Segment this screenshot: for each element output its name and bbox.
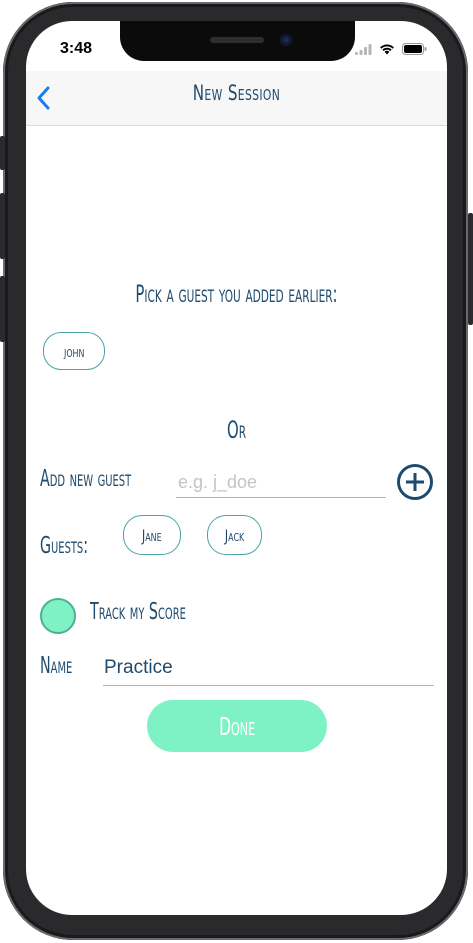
add-guest-button[interactable] [397, 464, 433, 500]
pick-guest-heading: Pick a guest you added earlier: [135, 280, 338, 308]
volume-up-button [0, 193, 5, 259]
back-button[interactable] [34, 85, 54, 111]
session-name-input[interactable] [103, 651, 434, 686]
done-button[interactable]: Done [147, 700, 327, 752]
power-button [468, 213, 473, 325]
mute-switch [0, 136, 5, 170]
done-label: Done [218, 711, 256, 741]
front-camera [280, 34, 292, 46]
name-label: Name [40, 653, 73, 679]
guest-chip[interactable]: Jack [207, 515, 262, 555]
guest-chip-name: Jane [142, 525, 162, 545]
battery-icon [402, 43, 427, 55]
or-divider-label: Or [226, 416, 247, 444]
phone-screen: 3:48 New Session Pick a guest you added … [26, 21, 447, 915]
notch [120, 21, 355, 61]
status-time: 3:48 [60, 40, 93, 57]
status-icons [355, 43, 427, 55]
volume-down-button [0, 276, 5, 342]
signal-icon [355, 43, 372, 55]
navigation-bar: New Session [26, 71, 447, 126]
guest-chip-name: Jack [224, 525, 245, 545]
speaker-grille [210, 37, 264, 43]
guest-name-input[interactable] [176, 467, 386, 498]
track-score-label: Track my Score [90, 599, 186, 625]
add-guest-label: Add new guest [40, 466, 132, 492]
wifi-icon [380, 44, 394, 55]
previous-guest-chip[interactable]: john [43, 332, 105, 370]
guest-chip[interactable]: Jane [123, 515, 181, 555]
chevron-left-icon [37, 86, 50, 110]
track-score-toggle[interactable] [40, 598, 76, 634]
guests-label: Guests: [40, 533, 89, 559]
previous-guest-name: john [63, 341, 85, 361]
page-title: New Session [192, 81, 281, 105]
